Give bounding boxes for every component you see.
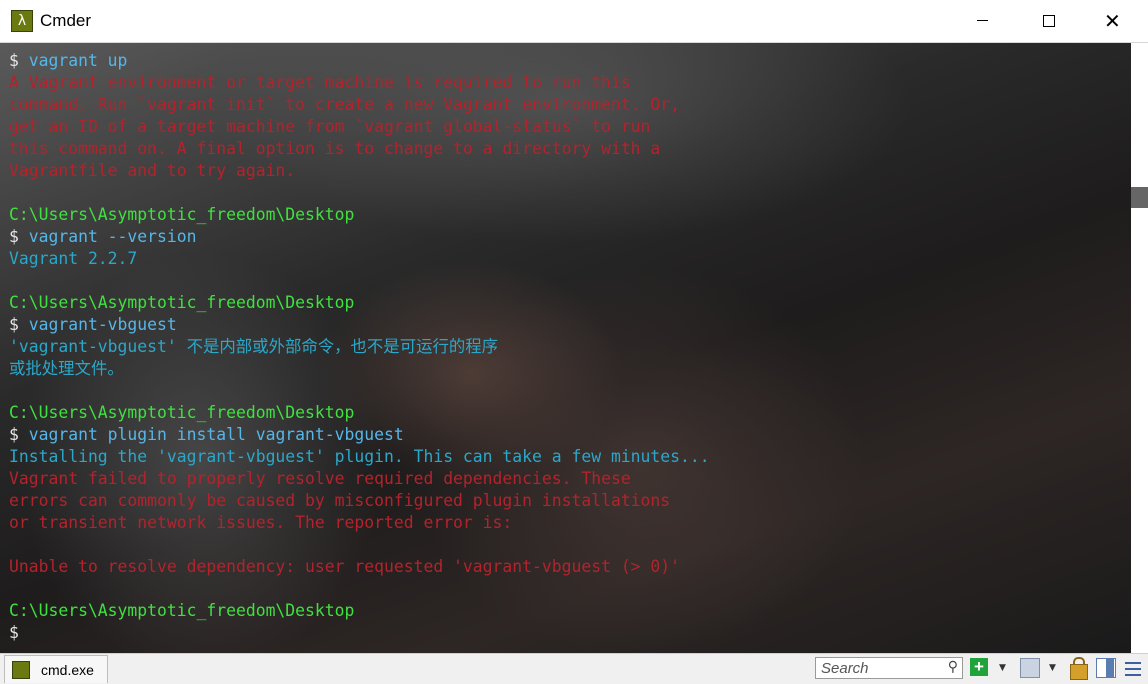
- split-pane-fill: [1106, 659, 1114, 677]
- title-bar[interactable]: λ Cmder ✕: [0, 0, 1148, 43]
- console-line: Installing the 'vagrant-vbguest' plugin.…: [9, 447, 710, 466]
- console-line: $ vagrant plugin install vagrant-vbguest: [9, 424, 710, 446]
- console-output[interactable]: $ vagrant up A Vagrant environment or tar…: [0, 43, 1131, 653]
- hamburger-menu-bar: [1125, 674, 1141, 676]
- status-bar: cmd.exe ⚲ + ▼ ▼: [0, 653, 1148, 684]
- command-text: vagrant-vbguest: [18, 315, 177, 334]
- tab-label: cmd.exe: [41, 661, 94, 678]
- console-line: $: [9, 622, 710, 644]
- console-line: A Vagrant environment or target machine …: [9, 73, 631, 92]
- console-line: errors can commonly be caused by misconf…: [9, 491, 671, 510]
- views-dropdown-icon[interactable]: ▼: [1049, 663, 1056, 683]
- search-box[interactable]: ⚲: [815, 657, 963, 679]
- console-line: this command on. A final option is to ch…: [9, 139, 661, 158]
- plus-icon: +: [974, 657, 984, 676]
- lock-icon[interactable]: [1070, 664, 1088, 680]
- console-line: get an ID of a target machine from `vagr…: [9, 117, 651, 136]
- lambda-icon[interactable]: λ: [11, 10, 33, 32]
- console-line: 'vagrant-vbguest' 不是内部或外部命令，也不是可运行的程序: [9, 337, 499, 356]
- hamburger-menu-icon[interactable]: [1125, 662, 1141, 664]
- new-console-button[interactable]: +: [970, 658, 988, 676]
- prompt-symbol: $: [9, 51, 19, 70]
- console-line: or transient network issues. The reporte…: [9, 513, 513, 532]
- console-lines: $ vagrant up A Vagrant environment or tar…: [9, 50, 710, 644]
- window-views-icon[interactable]: [1020, 658, 1040, 678]
- console-line: $ vagrant --version: [9, 226, 710, 248]
- window-controls: ✕: [950, 0, 1148, 42]
- window-title: Cmder: [40, 11, 92, 30]
- console-line: Unable to resolve dependency: user reque…: [9, 557, 681, 576]
- minimize-button[interactable]: [950, 0, 1016, 42]
- console-line: Vagrant failed to properly resolve requi…: [9, 469, 631, 488]
- console-line: C:\Users\Asymptotic_freedom\Desktop: [9, 403, 355, 422]
- console-line: Vagrantfile and to try again.: [9, 161, 296, 180]
- prompt-symbol: $: [9, 315, 19, 334]
- hamburger-menu-bar: [1125, 668, 1141, 670]
- close-button[interactable]: ✕: [1082, 0, 1148, 42]
- cmder-tab-icon: [12, 660, 30, 679]
- command-text: vagrant up: [18, 51, 128, 70]
- search-input[interactable]: [819, 658, 943, 678]
- maximize-button[interactable]: [1016, 0, 1082, 42]
- command-text: vagrant --version: [18, 227, 197, 246]
- new-console-dropdown-icon[interactable]: ▼: [999, 663, 1006, 683]
- prompt-symbol: $: [9, 227, 19, 246]
- close-icon: ✕: [1104, 9, 1121, 33]
- prompt-symbol: $: [9, 623, 19, 642]
- console-line: 或批处理文件。: [9, 359, 124, 378]
- magnifier-icon[interactable]: ⚲: [948, 659, 958, 675]
- command-text: vagrant plugin install vagrant-vbguest: [18, 425, 404, 444]
- minimize-icon: [977, 20, 988, 21]
- maximize-icon: [1043, 15, 1055, 27]
- prompt-symbol: $: [9, 425, 19, 444]
- console-line: command. Run `vagrant init` to create a …: [9, 95, 681, 114]
- console-line: C:\Users\Asymptotic_freedom\Desktop: [9, 293, 355, 312]
- tab-cmd[interactable]: cmd.exe: [4, 655, 108, 683]
- console-scrollbar[interactable]: [1131, 43, 1148, 653]
- console-line: C:\Users\Asymptotic_freedom\Desktop: [9, 205, 355, 224]
- scrollbar-thumb[interactable]: [1131, 187, 1148, 208]
- console-line: $ vagrant up: [9, 50, 710, 72]
- console-line: Vagrant 2.2.7: [9, 249, 138, 268]
- console-line: C:\Users\Asymptotic_freedom\Desktop: [9, 601, 355, 620]
- console-line: $ vagrant-vbguest: [9, 314, 710, 336]
